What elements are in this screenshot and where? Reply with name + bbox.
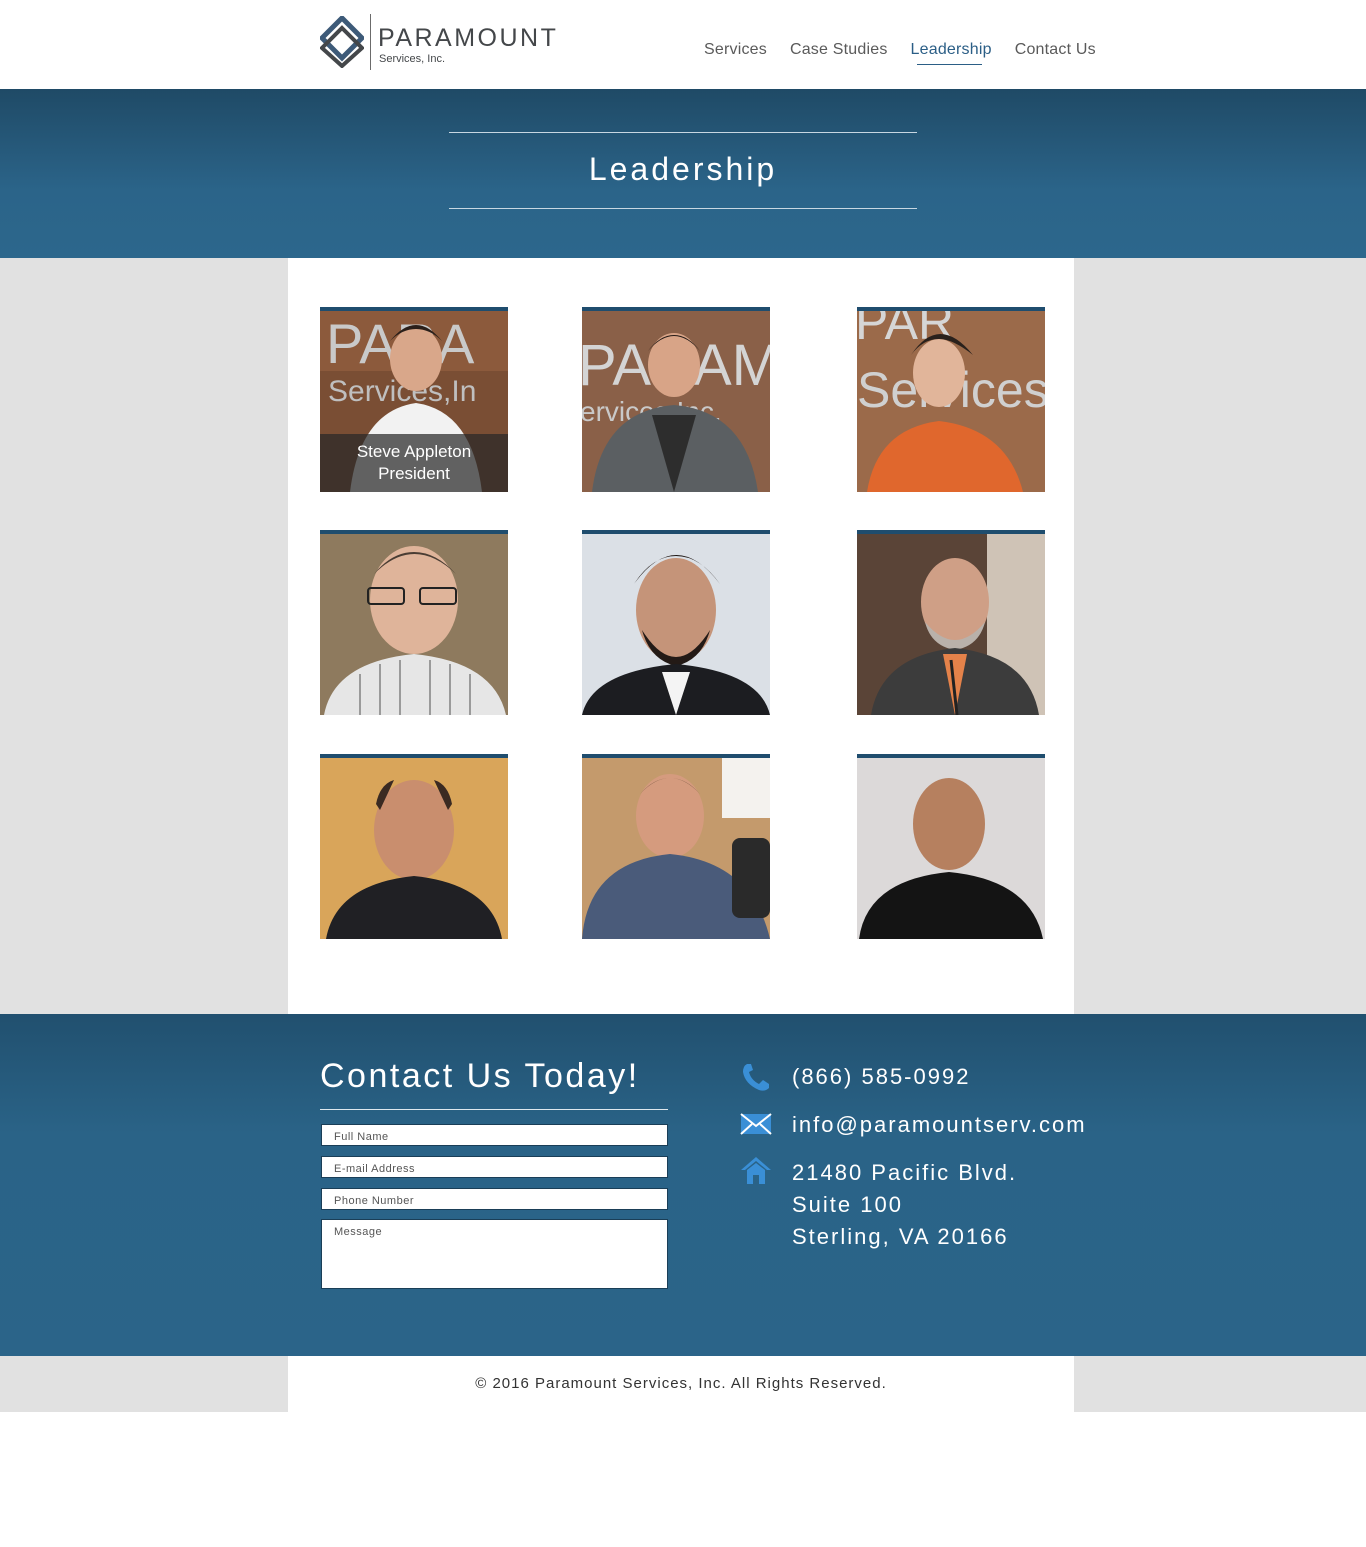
phone-icon (743, 1064, 769, 1091)
team-photo: PARAM ervices,Inc. (582, 311, 770, 492)
logo[interactable]: PARAMOUNT Services, Inc. (320, 14, 560, 70)
team-card[interactable]: PAR Services (857, 307, 1045, 492)
leadership-grid: PARA Services,In Steve Appleton Presiden… (288, 258, 1074, 1014)
message-field[interactable] (321, 1219, 668, 1289)
nav-leadership[interactable]: Leadership (911, 40, 992, 65)
main-nav: Services Case Studies Leadership Contact… (704, 40, 1119, 65)
logo-subtitle: Services, Inc. (379, 53, 446, 65)
team-card[interactable] (320, 754, 508, 939)
banner-rule-top (449, 132, 917, 133)
banner-rule-bottom (449, 208, 917, 209)
page-banner: Leadership (0, 89, 1366, 258)
team-photo (582, 534, 770, 715)
team-caption: Steve Appleton President (320, 434, 508, 492)
copyright: © 2016 Paramount Services, Inc. All Righ… (288, 1356, 1074, 1412)
email-field[interactable] (321, 1156, 668, 1178)
team-card[interactable] (582, 530, 770, 715)
team-photo (320, 534, 508, 715)
email-address[interactable]: info@paramountserv.com (792, 1109, 1087, 1141)
home-icon (741, 1157, 771, 1184)
site-header: PARAMOUNT Services, Inc. Services Case S… (0, 0, 1366, 89)
nav-case-studies[interactable]: Case Studies (790, 40, 888, 60)
team-card[interactable]: PARAM ervices,Inc. (582, 307, 770, 492)
page-title: Leadership (588, 151, 778, 187)
team-photo (320, 758, 508, 939)
full-name-field[interactable] (321, 1124, 668, 1146)
contact-section: Contact Us Today! (866) 585-0992 info@pa… (0, 1014, 1366, 1356)
team-photo (582, 758, 770, 939)
team-role: President (378, 464, 450, 483)
address-line-3: Sterling, VA 20166 (792, 1224, 1009, 1249)
team-card[interactable] (582, 754, 770, 939)
phone-field[interactable] (321, 1188, 668, 1210)
nav-contact-us[interactable]: Contact Us (1015, 40, 1096, 60)
team-card[interactable] (857, 530, 1045, 715)
team-name: Steve Appleton (356, 442, 472, 461)
team-photo (857, 758, 1045, 939)
logo-divider (370, 14, 371, 70)
team-card[interactable] (857, 754, 1045, 939)
contact-rule (320, 1109, 668, 1110)
team-card[interactable] (320, 530, 508, 715)
team-photo (857, 534, 1045, 715)
address-line-1: 21480 Pacific Blvd. (792, 1160, 1018, 1185)
phone-number[interactable]: (866) 585-0992 (792, 1061, 970, 1093)
team-photo: PAR Services (857, 311, 1045, 492)
mail-icon (740, 1113, 772, 1135)
team-card[interactable]: PARA Services,In Steve Appleton Presiden… (320, 307, 508, 492)
address-line-2: Suite 100 (792, 1192, 903, 1217)
contact-title: Contact Us Today! (320, 1057, 640, 1095)
logo-name: PARAMOUNT (378, 24, 559, 52)
logo-diamond-icon (320, 16, 364, 68)
nav-services[interactable]: Services (704, 40, 767, 60)
